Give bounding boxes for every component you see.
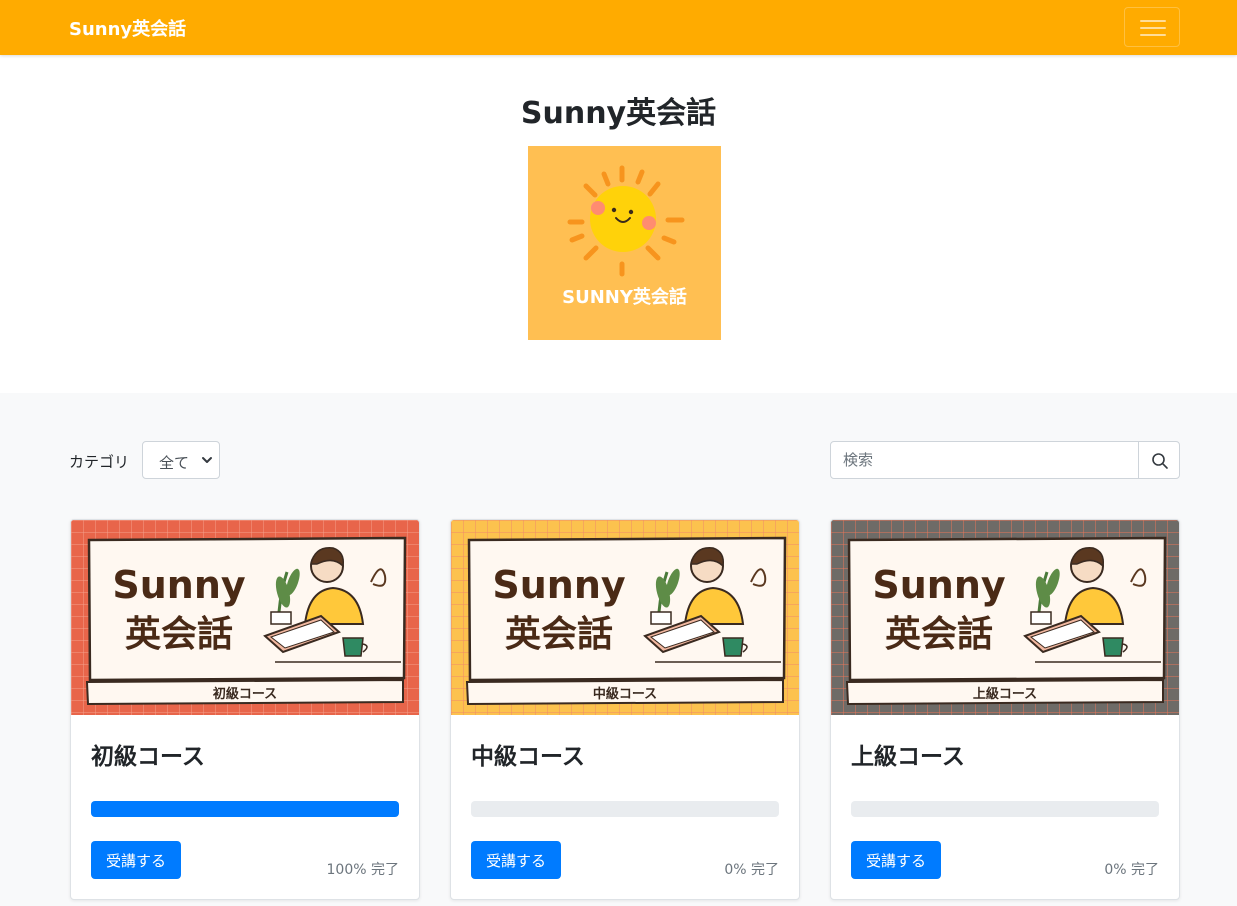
course-card-advanced: Sunny 英会話 上級コース 上級コース 受講する 0% 完了 [830,519,1180,900]
enroll-button[interactable]: 受講する [91,841,181,879]
course-title: 上級コース [851,744,965,770]
brand-logo: SUNNY英会話 [528,146,721,340]
search-group [830,441,1180,479]
progress-text: 100% 完了 [326,862,399,878]
thumbnail-label: 上級コース [973,686,1037,702]
progress-bar [471,801,779,817]
hamburger-icon [1140,19,1166,37]
category-label: カテゴリ [69,453,130,471]
course-thumbnail[interactable]: Sunny 英会話 上級コース [831,520,1179,715]
course-title: 中級コース [471,744,585,770]
course-card-intermediate: Sunny 英会話 中級コース 中級コース 受講する 0% 完了 [450,519,800,900]
category-select[interactable]: 全て [142,441,220,479]
course-thumbnail[interactable]: Sunny 英会話 初級コース [71,520,419,715]
thumbnail-title-line1: Sunny [492,563,626,607]
progress-bar [851,801,1159,817]
navbar-brand[interactable]: Sunny英会話 [69,15,186,41]
navbar: Sunny英会話 [0,0,1237,55]
progress-text: 0% 完了 [724,862,779,878]
course-thumbnail[interactable]: Sunny 英会話 中級コース [451,520,799,715]
page-title: Sunny英会話 [520,96,717,131]
thumbnail-title-line2: 英会話 [125,614,233,655]
thumbnail-label: 初級コース [213,686,277,702]
chevron-down-icon [202,457,212,463]
thumbnail-label: 中級コース [593,686,657,702]
enroll-button[interactable]: 受講する [471,841,561,879]
progress-text: 0% 完了 [1104,862,1159,878]
thumbnail-title-line1: Sunny [112,563,246,607]
search-button[interactable] [1138,441,1180,479]
progress-fill [91,801,399,817]
thumbnail-title-line2: 英会話 [505,614,613,655]
logo-text: SUNNY英会話 [562,287,687,308]
sun-face-icon [567,165,685,277]
navbar-toggler-button[interactable] [1124,7,1180,47]
search-icon [1152,453,1168,469]
search-input[interactable] [830,441,1139,479]
progress-bar [91,801,399,817]
enroll-button[interactable]: 受講する [851,841,941,879]
thumbnail-title-line2: 英会話 [885,614,993,655]
thumbnail-title-line1: Sunny [872,563,1006,607]
course-title: 初級コース [91,744,205,770]
course-card-beginner: Sunny 英会話 初級コース 初級コース 受講する 100% 完了 [70,519,420,900]
category-select-value: 全て [159,454,190,472]
